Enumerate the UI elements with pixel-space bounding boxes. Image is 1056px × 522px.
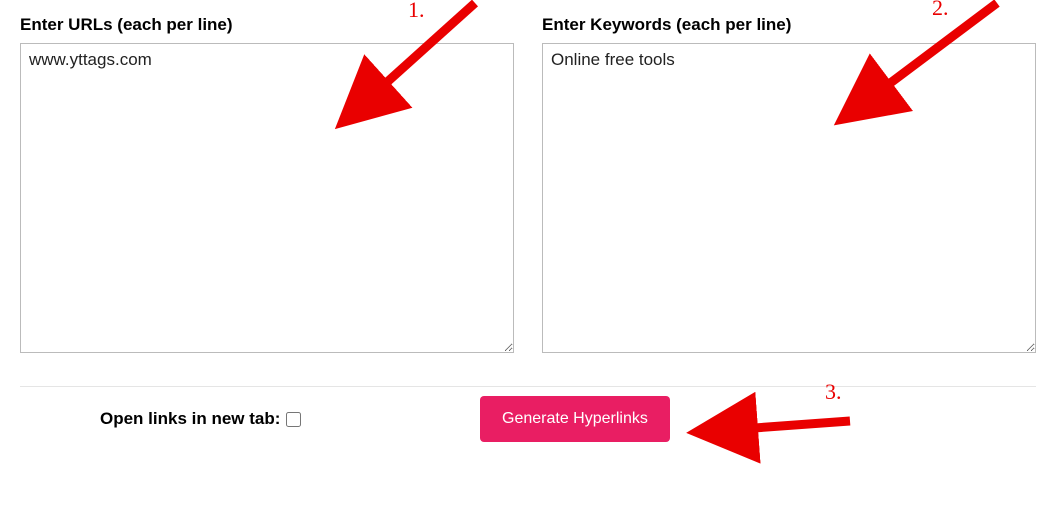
open-new-tab-option: Open links in new tab: (100, 409, 301, 429)
generate-hyperlinks-button[interactable]: Generate Hyperlinks (480, 396, 670, 442)
urls-textarea[interactable] (20, 43, 514, 353)
urls-label: Enter URLs (each per line) (20, 15, 514, 35)
urls-column: Enter URLs (each per line) 1. (20, 15, 514, 358)
keywords-textarea[interactable] (542, 43, 1036, 353)
annotation-step-3: 3. (720, 381, 880, 446)
open-new-tab-label: Open links in new tab: (100, 409, 280, 429)
keywords-column: Enter Keywords (each per line) 2. (542, 15, 1036, 358)
keywords-label: Enter Keywords (each per line) (542, 15, 1036, 35)
section-divider (20, 386, 1036, 387)
annotation-label-3: 3. (825, 379, 842, 405)
open-new-tab-checkbox[interactable] (286, 412, 301, 427)
